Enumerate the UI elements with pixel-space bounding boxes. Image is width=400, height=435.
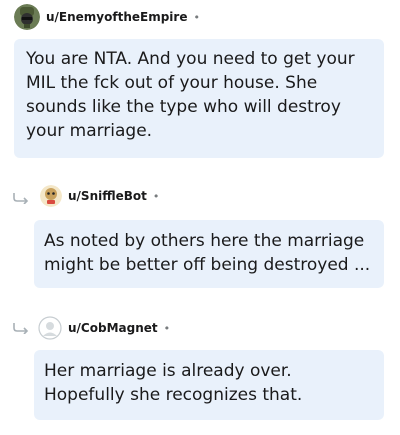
comment-2-separator: • xyxy=(152,189,160,203)
reply-arrow-icon xyxy=(13,193,29,204)
comment-2-username[interactable]: u/SniffleBot xyxy=(68,189,147,203)
comment-2-header: u/SniffleBot • xyxy=(40,185,159,207)
comment-3-body: Her marriage is already over. Hopefully … xyxy=(34,350,384,420)
comment-1-username[interactable]: u/EnemyoftheEmpire xyxy=(46,10,187,24)
comment-1-body: You are NTA. And you need to get your MI… xyxy=(14,39,384,158)
comment-3-username[interactable]: u/CobMagnet xyxy=(68,321,158,335)
bot-avatar-icon[interactable] xyxy=(40,185,62,207)
comment-2-body: As noted by others here the marriage mig… xyxy=(34,220,384,288)
comment-1-header: u/EnemyoftheEmpire • xyxy=(14,4,200,30)
comment-1: u/EnemyoftheEmpire • You are NTA. And yo… xyxy=(0,0,400,160)
comment-3-header: u/CobMagnet • xyxy=(38,316,170,340)
reply-arrow-icon xyxy=(13,323,29,334)
soldier-avatar-icon[interactable] xyxy=(14,4,40,30)
comment-2: u/SniffleBot • As noted by others here t… xyxy=(0,180,400,290)
comment-3-separator: • xyxy=(163,321,171,335)
default-avatar-icon[interactable] xyxy=(38,316,62,340)
comment-1-separator: • xyxy=(193,10,200,24)
comment-3: u/CobMagnet • Her marriage is already ov… xyxy=(0,310,400,425)
